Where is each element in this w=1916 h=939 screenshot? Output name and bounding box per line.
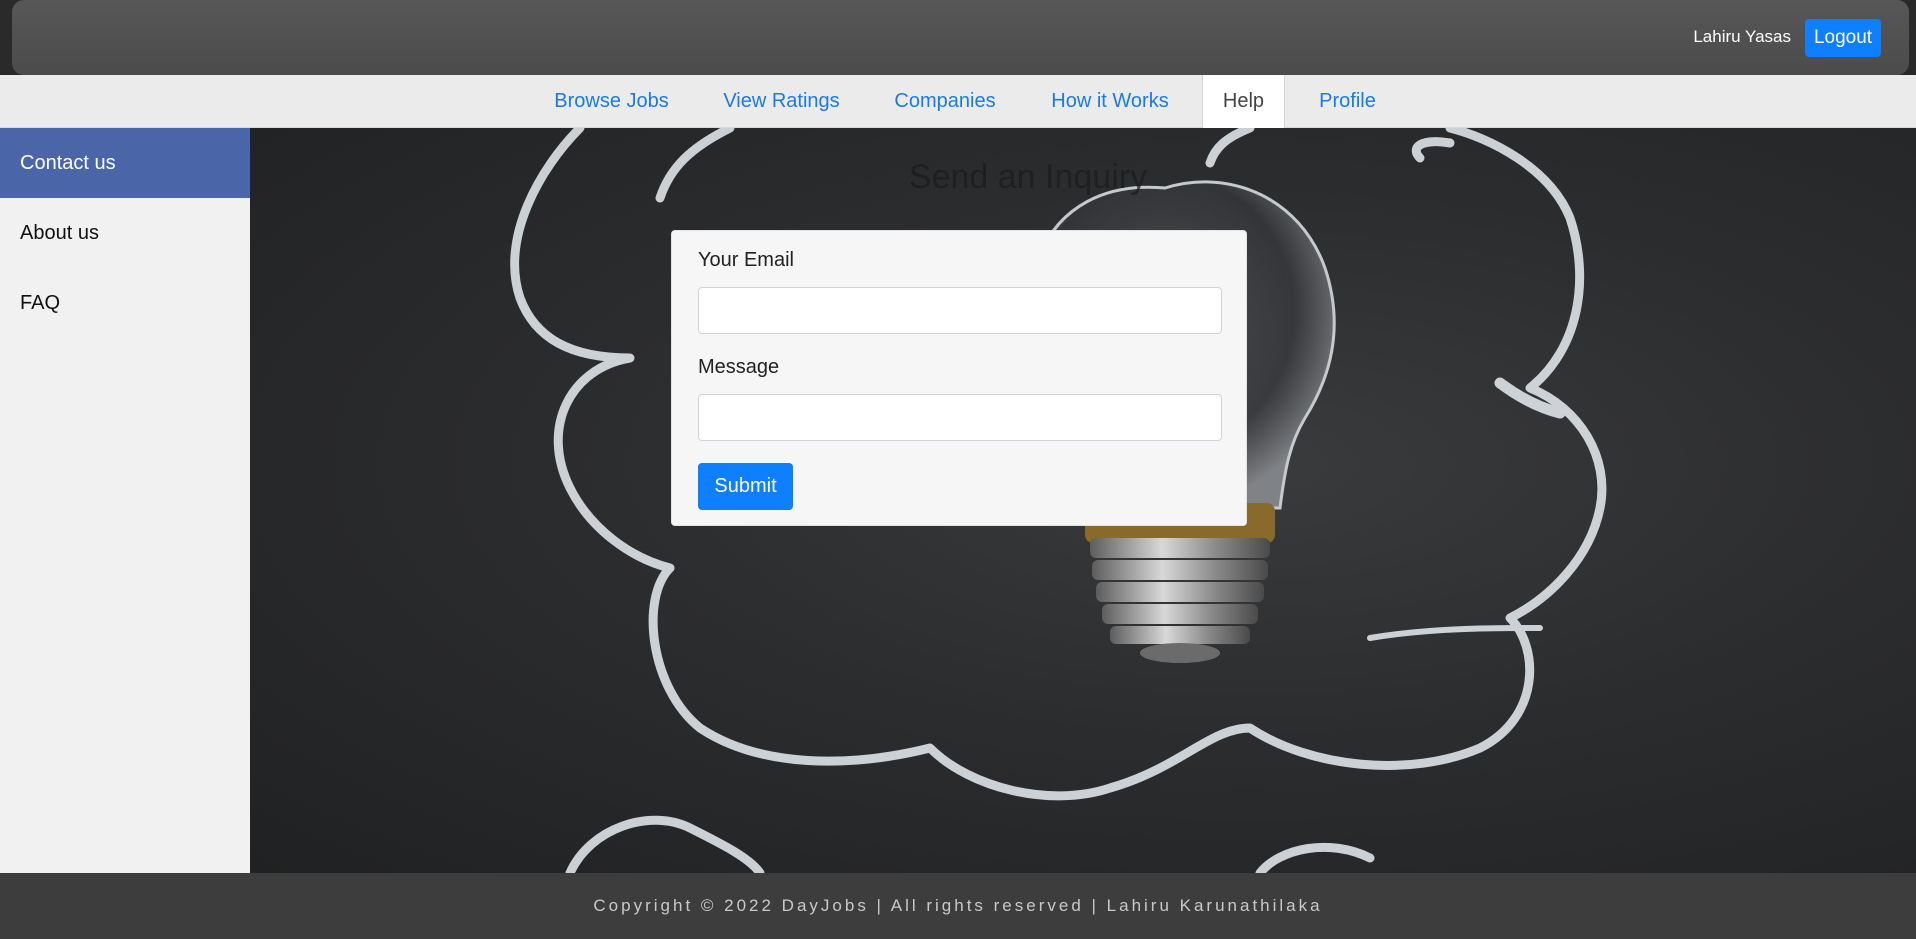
message-label: Message xyxy=(698,356,780,378)
inquiry-form: Your Email Message Submit xyxy=(671,230,1247,526)
message-field[interactable] xyxy=(698,394,1222,441)
nav-companies[interactable]: Companies xyxy=(880,75,1010,128)
nav-profile[interactable]: Profile xyxy=(1305,75,1390,128)
footer: Copyright © 2022 DayJobs | All rights re… xyxy=(0,873,1916,939)
main-nav: Browse Jobs View Ratings Companies How i… xyxy=(0,75,1916,128)
nav-view-ratings[interactable]: View Ratings xyxy=(709,75,854,128)
top-header-panel: Lahiru Yasas Logout xyxy=(12,0,1909,75)
submit-button[interactable]: Submit xyxy=(698,463,793,510)
main-content: Send an Inquiry Your Email Message Submi… xyxy=(250,128,1916,873)
sidebar-item-faq[interactable]: FAQ xyxy=(0,268,250,338)
sidebar: Contact us About us FAQ xyxy=(0,128,250,873)
sidebar-item-about-us[interactable]: About us xyxy=(0,198,250,268)
top-header: Lahiru Yasas Logout xyxy=(0,0,1916,75)
email-label: Your Email xyxy=(698,249,794,271)
nav-help[interactable]: Help xyxy=(1202,75,1285,128)
nav-browse-jobs[interactable]: Browse Jobs xyxy=(540,75,683,128)
sidebar-item-contact-us[interactable]: Contact us xyxy=(0,128,250,198)
email-field[interactable] xyxy=(698,287,1222,334)
page-title: Send an Inquiry xyxy=(908,158,1148,196)
logout-button[interactable]: Logout xyxy=(1805,19,1881,57)
user-name: Lahiru Yasas xyxy=(1693,27,1791,46)
nav-how-it-works[interactable]: How it Works xyxy=(1038,75,1182,128)
